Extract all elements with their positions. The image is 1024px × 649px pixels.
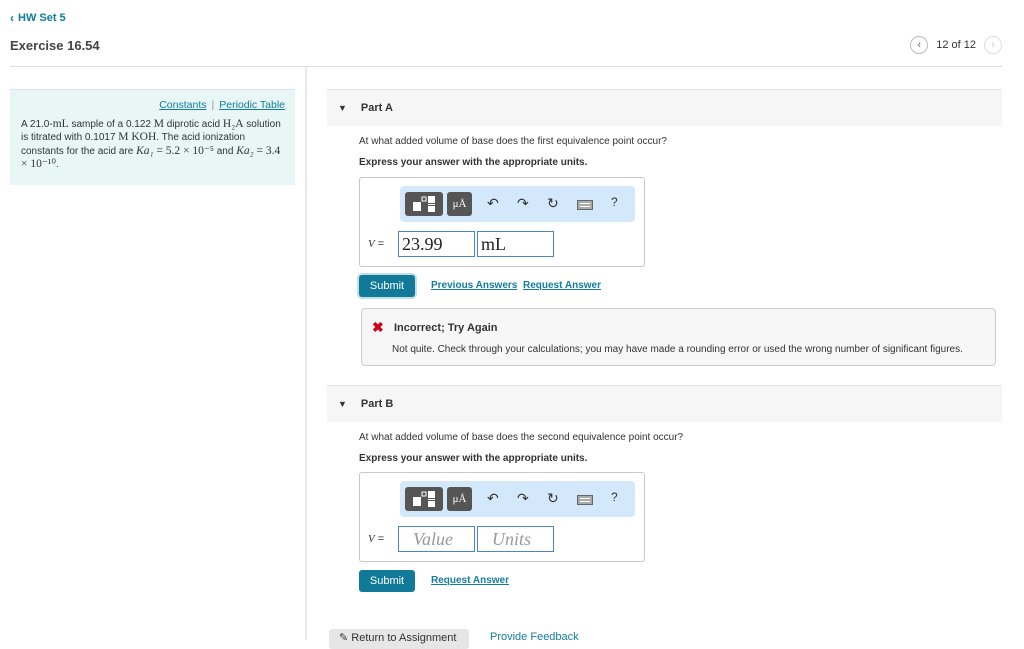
back-link-label: HW Set 5: [18, 12, 66, 24]
collapse-triangle-icon: ▼: [338, 399, 347, 409]
problem-math: = 5.2 × 10⁻⁵: [153, 144, 214, 157]
part-b-answer-box: μÅ ↶ ↷ ↻ ? V = Value Units: [359, 472, 645, 562]
problem-text: sample of a 0.122: [68, 118, 154, 130]
problem-math: H₂A: [222, 117, 244, 130]
keyboard-icon[interactable]: [577, 197, 593, 213]
problem-math: M KOH: [118, 131, 157, 143]
link-separator: |: [211, 99, 215, 111]
undo-icon[interactable]: ↶: [487, 195, 499, 212]
next-item-button[interactable]: ›: [984, 36, 1002, 54]
pager-text: 12 of 12: [936, 39, 976, 51]
constants-link[interactable]: Constants: [159, 99, 206, 111]
feedback-incorrect: ✖ Incorrect; Try Again Not quite. Check …: [361, 308, 996, 366]
problem-context: Constants | Periodic Table A 21.0-mL sampl…: [10, 89, 295, 185]
part-a-submit-button[interactable]: Submit: [359, 275, 415, 297]
part-b-question: At what added volume of base does the se…: [359, 432, 684, 443]
variable-symbol: V: [368, 533, 375, 545]
reset-icon[interactable]: ↻: [547, 195, 559, 212]
problem-text: .: [56, 159, 59, 170]
units-button[interactable]: μÅ: [447, 192, 472, 216]
provide-feedback-link[interactable]: Provide Feedback: [490, 631, 579, 643]
feedback-message: Not quite. Check through your calculatio…: [392, 344, 963, 355]
resource-links: Constants | Periodic Table: [21, 99, 285, 112]
redo-icon[interactable]: ↷: [517, 195, 529, 212]
column-divider: [305, 67, 307, 640]
header-divider: [10, 66, 1002, 67]
undo-icon[interactable]: ↶: [487, 490, 499, 507]
variable-symbol: V: [368, 238, 375, 250]
reset-icon[interactable]: ↻: [547, 490, 559, 507]
feedback-title: Incorrect; Try Again: [394, 322, 498, 334]
units-button[interactable]: μÅ: [447, 487, 472, 511]
part-title: Part A: [360, 102, 393, 114]
part-b-header[interactable]: ▼ Part B: [327, 385, 1002, 422]
redo-icon[interactable]: ↷: [517, 490, 529, 507]
variable-label: V =: [368, 533, 385, 545]
previous-answers-link[interactable]: Previous Answers: [431, 280, 517, 291]
variable-label: V =: [368, 238, 385, 250]
part-b-submit-button[interactable]: Submit: [359, 570, 415, 592]
templates-button[interactable]: [405, 487, 443, 511]
keyboard-icon[interactable]: [577, 492, 593, 508]
part-a-request-answer-link[interactable]: Request Answer: [523, 280, 601, 291]
part-title: Part B: [360, 398, 394, 410]
error-x-icon: ✖: [372, 319, 384, 335]
problem-text: and: [213, 145, 237, 157]
previous-item-button[interactable]: ‹: [910, 36, 929, 54]
part-b-request-answer-link[interactable]: Request Answer: [431, 575, 509, 586]
part-a-instruction: Express your answer with the appropriate…: [359, 157, 588, 168]
part-a-header[interactable]: ▼ Part A: [327, 89, 1002, 126]
template-icon: [413, 491, 435, 507]
problem-math: mL: [52, 117, 69, 130]
problem-math: M: [153, 117, 164, 130]
help-icon[interactable]: ?: [611, 195, 618, 209]
math-toolbar: μÅ ↶ ↷ ↻ ?: [400, 481, 635, 517]
problem-text: A 21.0-: [21, 118, 53, 130]
part-a-answer-box: μÅ ↶ ↷ ↻ ? V = 23.99 mL: [359, 177, 645, 267]
pencil-icon: ✎: [339, 632, 352, 644]
problem-text: diprotic acid: [163, 118, 223, 130]
template-icon: [413, 196, 435, 212]
problem-math: Ka₂: [236, 144, 254, 157]
collapse-triangle-icon: ▼: [338, 103, 347, 113]
chevron-left-icon: ‹: [10, 11, 14, 25]
return-label: Return to Assignment: [351, 632, 457, 644]
templates-button[interactable]: [405, 192, 443, 216]
back-to-hw-set-link[interactable]: ‹ HW Set 5: [10, 11, 66, 25]
units-input[interactable]: mL: [477, 231, 554, 257]
page-title: Exercise 16.54: [10, 38, 100, 53]
problem-statement: A 21.0-mL sample of a 0.122 M diprotic a…: [21, 118, 285, 172]
help-icon[interactable]: ?: [611, 490, 618, 504]
value-input[interactable]: Value: [398, 526, 475, 552]
part-b-instruction: Express your answer with the appropriate…: [359, 453, 588, 464]
math-toolbar: μÅ ↶ ↷ ↻ ?: [400, 186, 635, 222]
pager: ‹ 12 of 12 ›: [910, 36, 1002, 54]
part-a-question: At what added volume of base does the fi…: [359, 136, 667, 147]
problem-math: Ka₁: [136, 144, 154, 157]
return-to-assignment-button[interactable]: ✎ Return to Assignment: [329, 629, 469, 649]
units-input[interactable]: Units: [477, 526, 554, 552]
periodic-table-link[interactable]: Periodic Table: [219, 99, 285, 111]
value-input[interactable]: 23.99: [398, 231, 475, 257]
